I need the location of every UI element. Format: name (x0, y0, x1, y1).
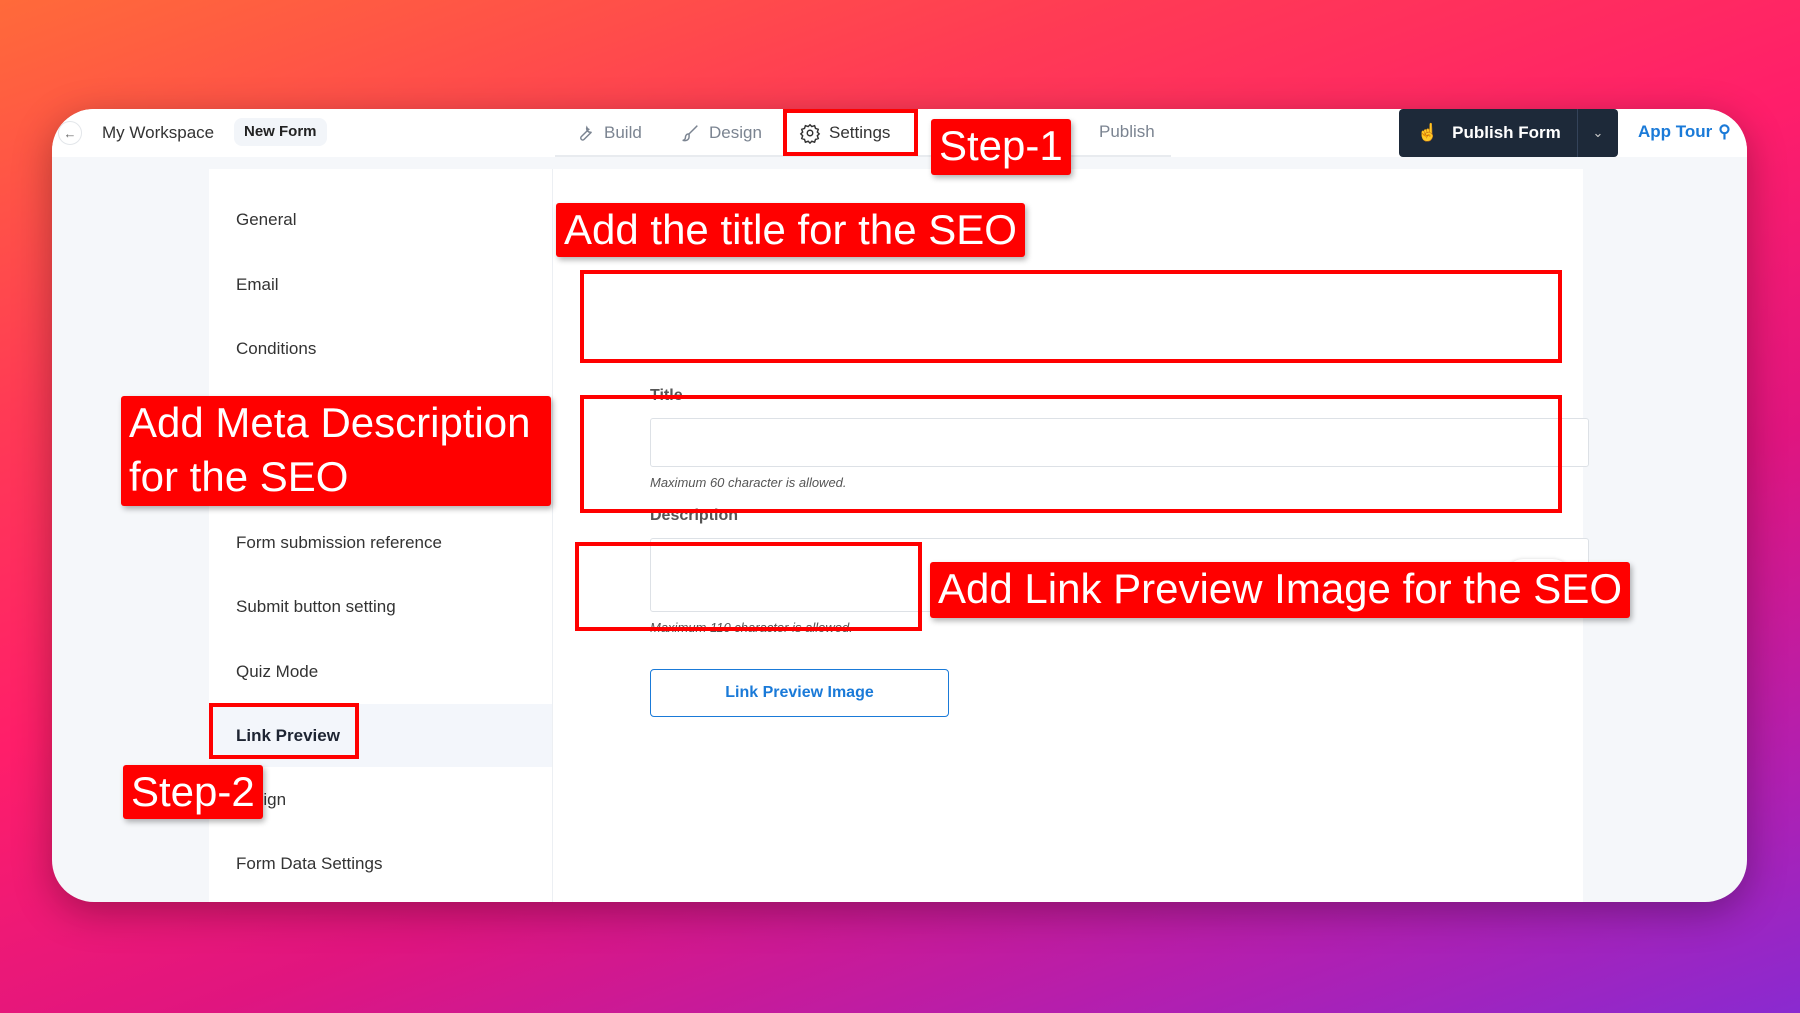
breadcrumb-form-name[interactable]: New Form (234, 118, 327, 146)
wrench-icon (580, 125, 592, 141)
settings-highlight-box (783, 109, 918, 156)
link-preview-image-annotation: Add Link Preview Image for the SEO (930, 562, 1630, 618)
arrow-left-icon: ← (63, 125, 77, 141)
tab-publish[interactable]: Publish (1099, 122, 1155, 142)
link-preview-button-highlight-box (575, 542, 922, 631)
sidebar-item-conditions[interactable]: Conditions (209, 329, 552, 369)
sidebar-item-form-data-settings[interactable]: Form Data Settings (209, 844, 552, 884)
app-tour-link[interactable]: App Tour ⚲ (1638, 122, 1731, 142)
breadcrumb-workspace[interactable]: My Workspace (102, 123, 214, 143)
annotation-line: for the SEO (129, 453, 349, 500)
link-preview-image-button[interactable]: Link Preview Image (650, 669, 949, 717)
step1-label: Step-1 (931, 119, 1071, 175)
sidebar-item-submit-button-setting[interactable]: Submit button setting (209, 587, 552, 627)
brush-icon (682, 125, 698, 142)
tab-label: Build (604, 123, 642, 142)
tab-design[interactable]: Design (679, 122, 762, 144)
description-annotation: Add Meta Description for the SEO (121, 396, 551, 506)
chevron-down-icon[interactable]: ⌄ (1578, 125, 1618, 141)
back-button[interactable]: ← (58, 121, 82, 145)
search-help-icon: ⚲ (1718, 122, 1731, 141)
link-preview-nav-highlight-box (209, 703, 359, 759)
publish-label: Publish Form (1452, 123, 1561, 142)
hand-pointer-icon: ☝ (1417, 123, 1439, 142)
tab-label: Publish (1099, 122, 1155, 141)
sidebar-item-email[interactable]: Email (209, 265, 552, 305)
sidebar-item-form-submission-reference[interactable]: Form submission reference (209, 523, 552, 563)
publish-form-button[interactable]: ☝ Publish Form ⌄ (1399, 109, 1618, 157)
step2-label: Step-2 (123, 765, 263, 819)
sidebar-item-general[interactable]: General (209, 200, 552, 240)
tab-build[interactable]: Build (574, 122, 642, 144)
annotation-line: Add Meta Description (129, 399, 531, 446)
title-annotation: Add the title for the SEO (556, 203, 1025, 257)
app-tour-label: App Tour (1638, 122, 1713, 141)
tab-label: Design (709, 123, 762, 142)
description-highlight-box (580, 395, 1562, 513)
title-highlight-box (580, 270, 1562, 363)
sidebar-item-quiz-mode[interactable]: Quiz Mode (209, 652, 552, 692)
